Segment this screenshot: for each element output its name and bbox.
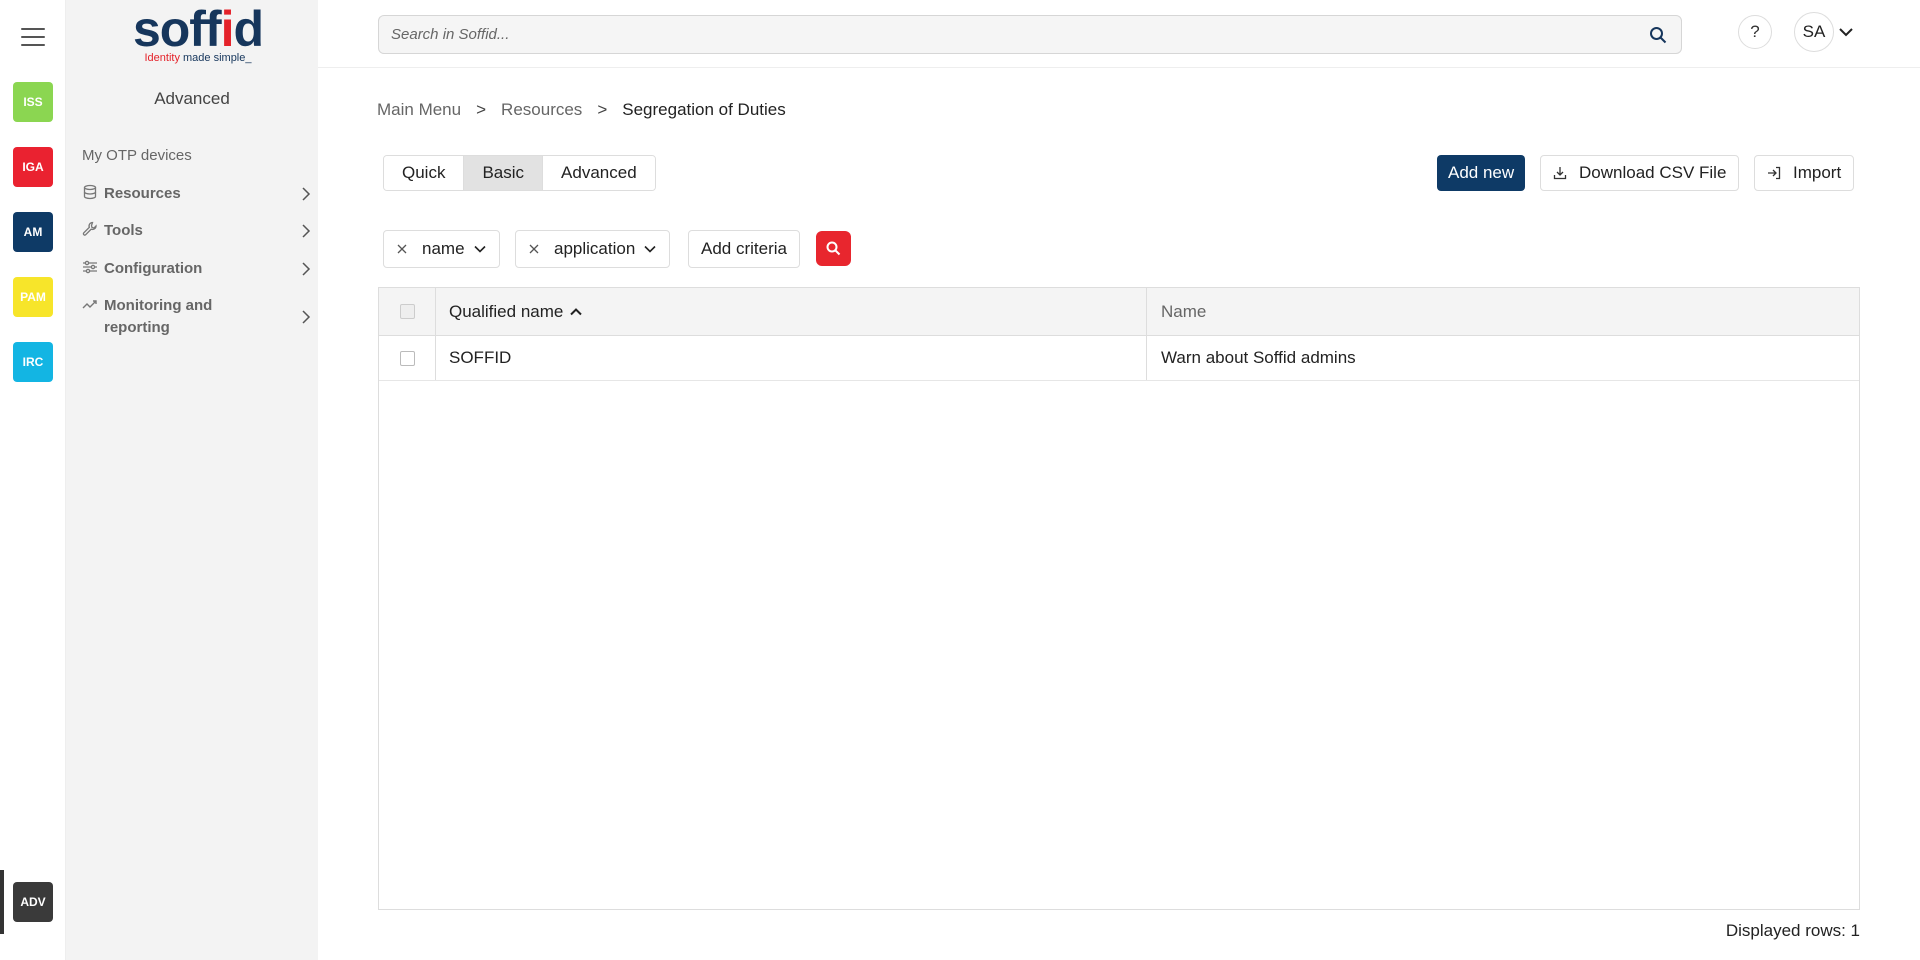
user-menu[interactable]: SA [1794, 12, 1854, 52]
breadcrumb: Main Menu > Resources > Segregation of D… [377, 100, 786, 120]
chevron-right-icon [300, 261, 312, 277]
import-icon [1768, 166, 1781, 180]
chevron-down-icon [1838, 24, 1854, 40]
chevron-right-icon [300, 309, 312, 325]
app-rail: ISS IGA AM PAM IRC ADV [0, 0, 66, 960]
tab-basic[interactable]: Basic [464, 156, 544, 190]
cell-qualified-name: SOFFID [436, 336, 1147, 380]
import-button[interactable]: Import [1754, 155, 1855, 191]
app-pam-button[interactable]: PAM [13, 277, 53, 317]
filter-chip-application[interactable]: application [515, 230, 671, 268]
help-button[interactable]: ? [1738, 15, 1772, 49]
column-header-name[interactable]: Name [1147, 288, 1859, 335]
cell-name: Warn about Soffid admins [1161, 348, 1356, 367]
search-input[interactable] [379, 16, 1619, 53]
sidebar-item-configuration[interactable]: Configuration [82, 258, 312, 280]
row-checkbox[interactable] [399, 350, 415, 366]
chevron-right-icon [300, 223, 312, 239]
sort-ascending-icon [570, 307, 583, 315]
breadcrumb-current: Segregation of Duties [622, 100, 786, 119]
hamburger-menu-icon[interactable] [21, 28, 45, 46]
breadcrumb-main-menu[interactable]: Main Menu [377, 100, 461, 120]
table-header: Qualified name Name [379, 288, 1859, 336]
soffid-logo[interactable]: soffid Identity made simple_ [118, 4, 278, 70]
displayed-rows-count: Displayed rows: 1 [1725, 921, 1860, 940]
tab-advanced[interactable]: Advanced [543, 156, 655, 190]
sidebar-item-monitoring-and-reporting[interactable]: Monitoring and reporting [82, 295, 312, 339]
filter-chip-name[interactable]: name [383, 230, 500, 268]
app-iga-button[interactable]: IGA [13, 147, 53, 187]
sliders-icon [82, 259, 98, 275]
chevron-down-icon [473, 245, 486, 253]
column-header-qualified-name[interactable]: Qualified name [436, 288, 1147, 335]
chevron-down-icon [644, 245, 656, 253]
breadcrumb-separator: > [597, 100, 608, 119]
top-bar: ? SA [318, 0, 1920, 68]
app-irc-button[interactable]: IRC [13, 342, 53, 382]
search-mode-tabs: Quick Basic Advanced [383, 155, 656, 191]
active-app-indicator: ADV [0, 870, 66, 934]
results-table: Qualified name Name SOFFID Warn about So… [378, 287, 1860, 910]
close-icon[interactable] [528, 243, 540, 255]
row-select-cell [379, 336, 436, 380]
breadcrumb-resources[interactable]: Resources [501, 100, 582, 120]
search-icon[interactable] [1649, 26, 1667, 44]
tab-quick[interactable]: Quick [384, 156, 465, 190]
add-new-button[interactable]: Add new [1437, 155, 1526, 191]
chevron-right-icon [300, 186, 312, 202]
app-iss-button[interactable]: ISS [13, 82, 53, 122]
run-search-button[interactable] [816, 231, 851, 266]
select-all-checkbox[interactable] [399, 304, 415, 319]
global-search [378, 15, 1682, 54]
close-icon[interactable] [396, 243, 408, 255]
breadcrumb-separator: > [476, 100, 487, 119]
download-icon [1553, 167, 1567, 180]
wrench-icon [82, 221, 98, 237]
table-row[interactable]: SOFFID Warn about Soffid admins [379, 336, 1859, 381]
search-icon [826, 241, 841, 256]
sidebar-title: Advanced [154, 89, 230, 108]
sidebar-item-resources[interactable]: Resources [82, 183, 312, 205]
app-adv-button[interactable]: ADV [13, 882, 53, 922]
avatar: SA [1794, 12, 1834, 52]
sidebar-item-tools[interactable]: Tools [82, 220, 312, 242]
database-icon [82, 184, 98, 200]
app-am-button[interactable]: AM [13, 212, 53, 252]
sidebar-item-my-otp-devices[interactable]: My OTP devices [82, 145, 312, 167]
chart-line-icon [82, 296, 98, 312]
download-csv-button[interactable]: Download CSV File [1540, 155, 1740, 191]
sidebar: soffid Identity made simple_ Advanced My… [66, 0, 318, 960]
add-criteria-button[interactable]: Add criteria [688, 230, 800, 268]
select-all-cell [379, 288, 436, 335]
